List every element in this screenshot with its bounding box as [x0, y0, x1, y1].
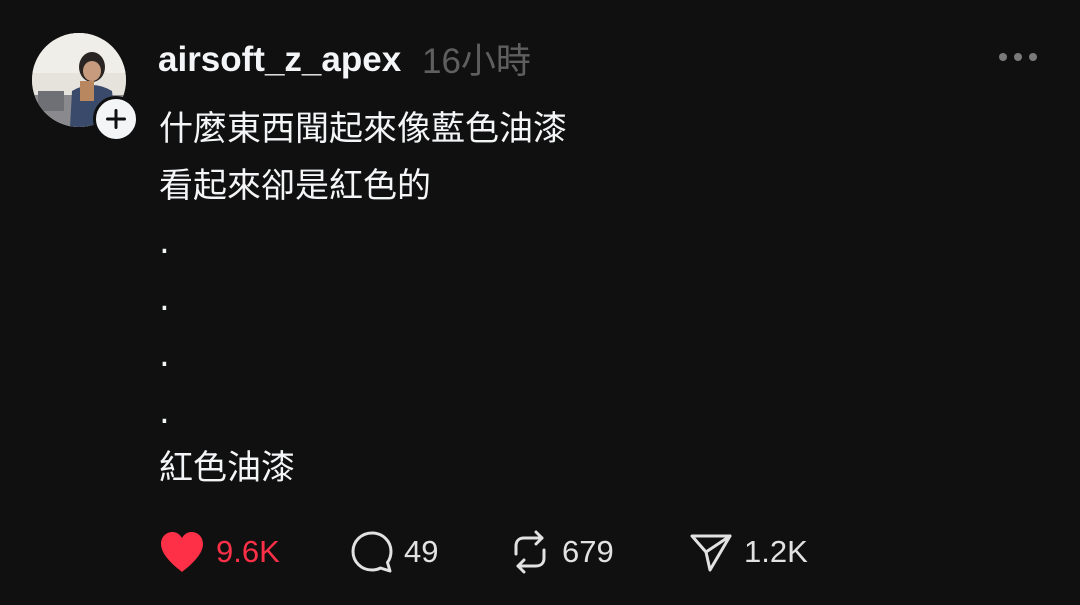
- post-text-line: .: [159, 278, 170, 319]
- post-text-line: 看起來卻是紅色的: [159, 165, 431, 206]
- share-count: 1.2K: [744, 534, 808, 569]
- username[interactable]: airsoft_z_apex: [158, 38, 401, 82]
- like-count: 9.6K: [216, 534, 280, 569]
- post-text-line: 紅色油漆: [159, 448, 295, 488]
- plus-icon: [106, 109, 126, 129]
- repost-button[interactable]: 679: [508, 528, 614, 576]
- more-dot: [1029, 53, 1037, 61]
- post-text-line: .: [159, 222, 170, 262]
- post-text-line: 什麼東西聞起來像藍色油漆: [159, 109, 567, 149]
- paper-plane-icon: [690, 534, 732, 572]
- speech-bubble-icon: [351, 531, 393, 573]
- share-button[interactable]: 1.2K: [688, 528, 808, 576]
- reply-count: 49: [404, 534, 439, 569]
- post-timestamp: 16小時: [422, 42, 531, 81]
- like-button[interactable]: 9.6K: [158, 528, 280, 576]
- reply-button[interactable]: 49: [350, 528, 438, 576]
- avatar-container[interactable]: [32, 33, 139, 142]
- more-options-button[interactable]: [990, 42, 1046, 72]
- post-text-line: .: [159, 391, 170, 432]
- more-dot: [1014, 53, 1022, 61]
- repost-icon: [514, 530, 546, 574]
- post-text-line: .: [159, 335, 170, 375]
- follow-button[interactable]: [93, 96, 139, 142]
- thread-post: airsoft_z_apex 16小時 什麼東西聞起來像藍色油漆 看起來卻是紅色…: [0, 0, 1080, 605]
- post-text: 什麼東西聞起來像藍色油漆 看起來卻是紅色的 . . . . 紅色油漆: [159, 105, 567, 501]
- repost-count: 679: [562, 534, 614, 569]
- more-horizontal-icon: [999, 53, 1007, 61]
- heart-filled-icon: [161, 532, 203, 572]
